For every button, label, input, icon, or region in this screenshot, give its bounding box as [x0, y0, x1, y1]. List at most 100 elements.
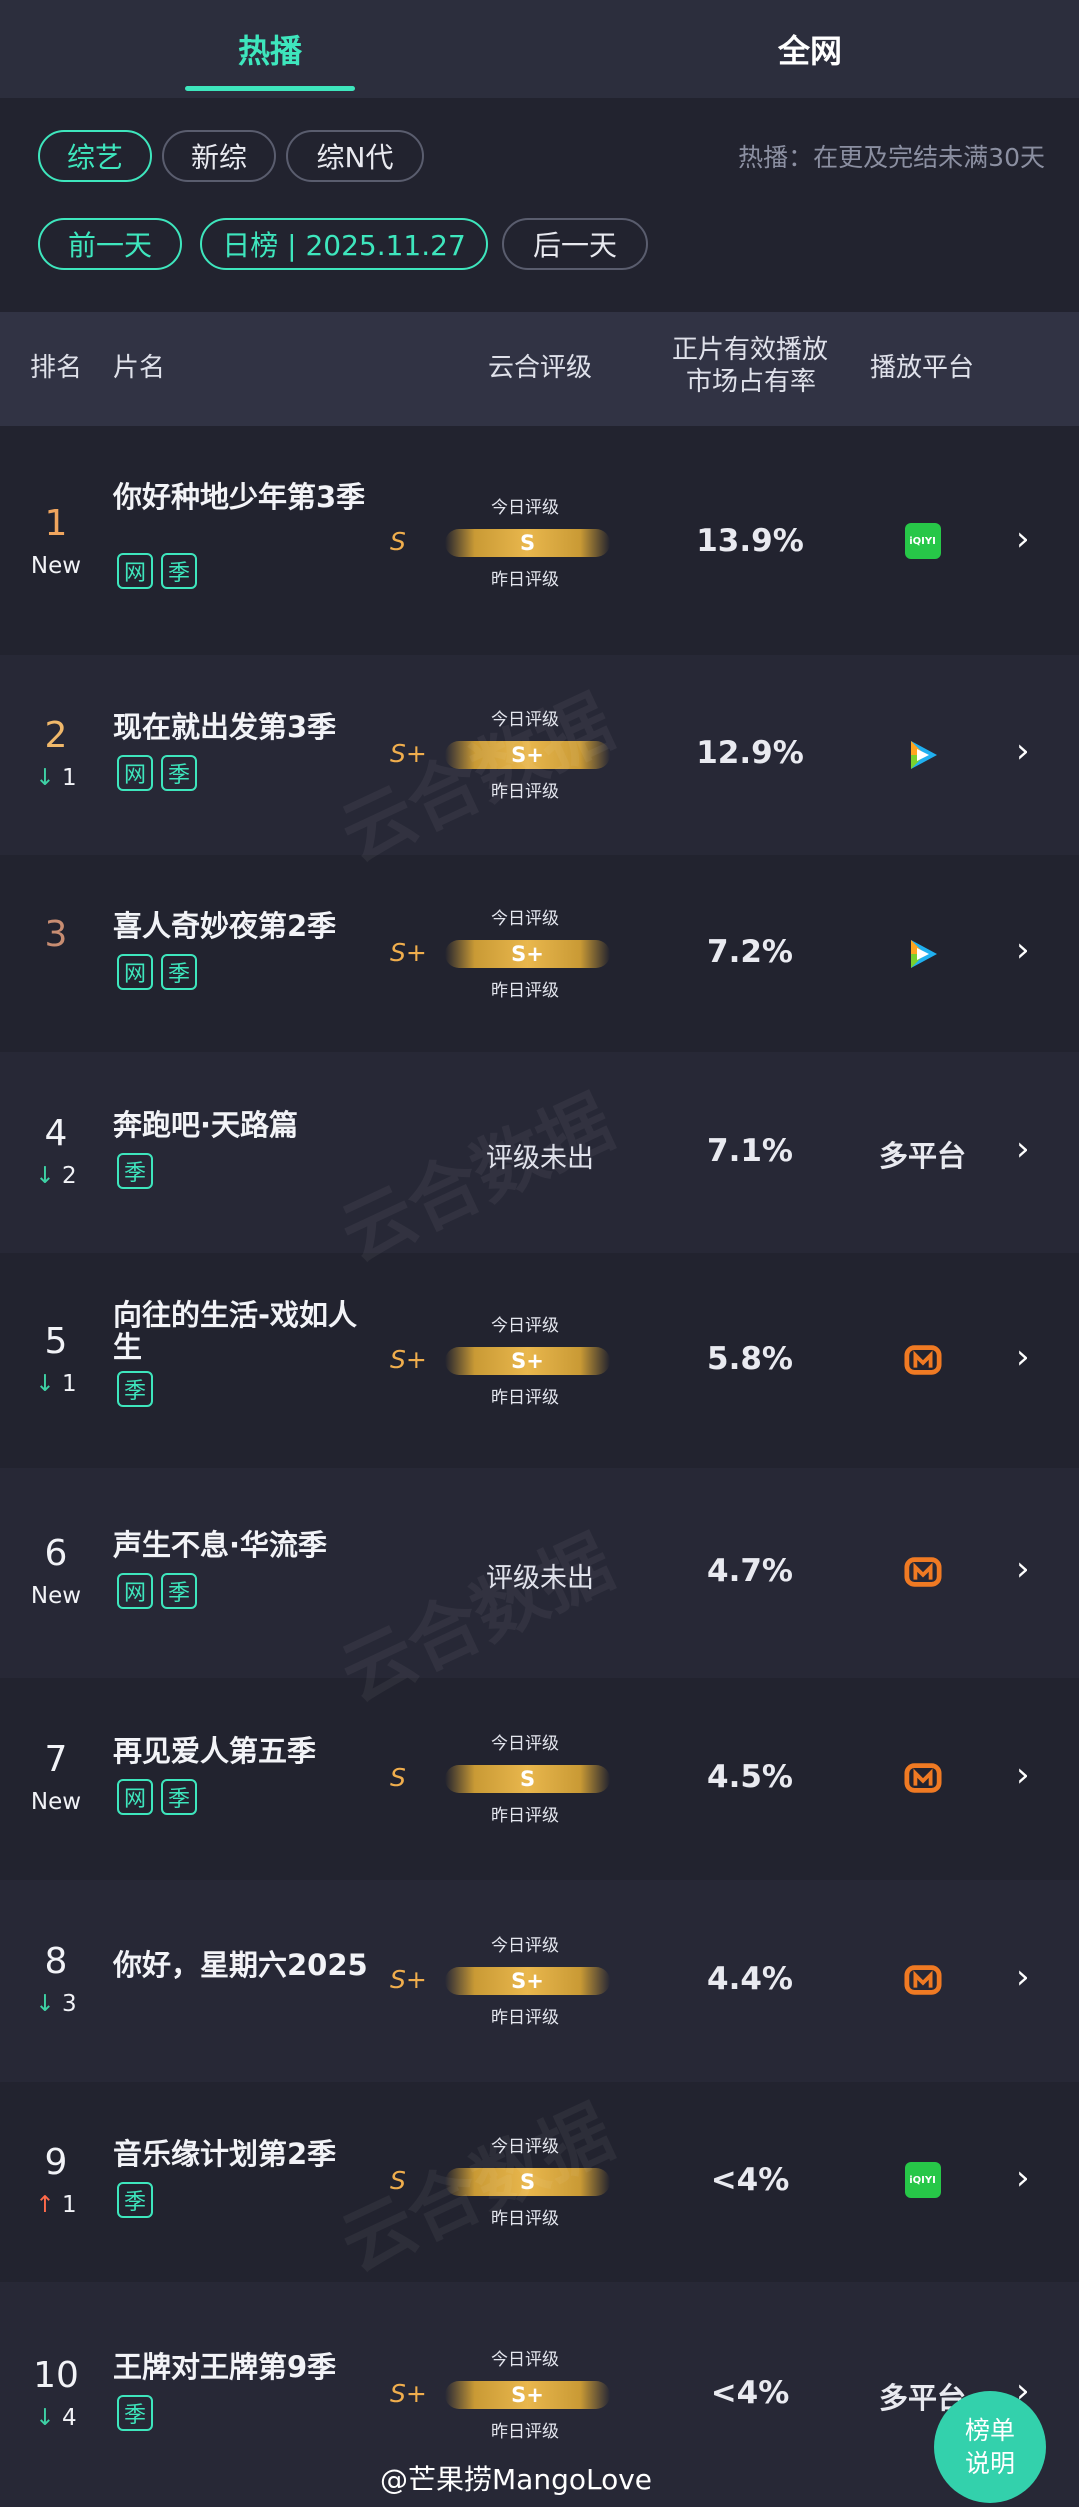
today-grade-label: 今日评级 — [491, 1316, 559, 1336]
ranking-row[interactable]: 1 New 你好种地少年第3季网季 S 今日评级 S 昨日评级 13.9% iQIYI › — [0, 430, 1079, 655]
header-share-line1: 正片有效播放 — [672, 335, 829, 365]
guide-label-line1: 榜单 — [964, 2416, 1015, 2445]
filter-sequel-variety[interactable]: 综N代 — [286, 130, 424, 182]
tencent-video-icon — [903, 934, 943, 974]
rank-change: ↓ 1 — [0, 1371, 112, 1397]
prev-day-button[interactable]: 前一天 — [38, 218, 182, 270]
market-share: 4.7% — [707, 1553, 793, 1589]
show-title: 你好种地少年第3季 — [113, 480, 366, 514]
rank-change: ↓ 1 — [0, 765, 112, 791]
show-tags: 网季 — [117, 954, 197, 990]
filter-variety[interactable]: 综艺 — [38, 130, 152, 182]
rank-number: 9 — [44, 2142, 68, 2183]
show-title: 奔跑吧·天路篇 — [113, 1108, 299, 1142]
chevron-right-icon[interactable]: › — [1016, 1337, 1030, 1377]
ranking-row[interactable]: 3 喜人奇妙夜第2季网季 S+ 今日评级 S+ 昨日评级 7.2% › — [0, 855, 1079, 1052]
tag-season: 季 — [161, 1779, 197, 1815]
chevron-right-icon[interactable]: › — [1016, 1549, 1030, 1589]
arrow-down-icon: ↓ — [35, 1163, 55, 1189]
rank-number: 6 — [44, 1533, 68, 1574]
grade-indicator-bar: S+ — [445, 1967, 610, 1995]
active-tab-indicator — [185, 86, 355, 91]
rank-change-value: 2 — [61, 1163, 77, 1189]
rank-number: 1 — [44, 503, 68, 544]
platform-cell — [840, 934, 1005, 974]
mango-tv-icon — [903, 1759, 942, 1797]
rank-change: New — [0, 1789, 112, 1815]
rank-number: 5 — [44, 1321, 68, 1362]
grade-letter: S+ — [390, 2379, 427, 2408]
tag-season: 季 — [161, 553, 197, 589]
top-tab-bar: 热播 全网 — [0, 0, 1079, 98]
next-day-button[interactable]: 后一天 — [502, 218, 648, 270]
show-tags: 季 — [117, 1153, 153, 1189]
mango-tv-icon — [903, 1961, 942, 1999]
rank-change-value: New — [30, 1583, 82, 1609]
table-header: 排名 片名 云合评级 正片有效播放 市场占有率 播放平台 — [0, 312, 1079, 426]
tab-all-network[interactable]: 全网 — [690, 0, 930, 98]
show-tags: 季 — [117, 2182, 153, 2218]
tag-web: 网 — [117, 954, 153, 990]
tencent-video-icon — [903, 735, 943, 775]
show-title: 现在就出发第3季 — [113, 710, 337, 744]
ranking-row[interactable]: 8 ↓ 3 你好，星期六2025 S+ 今日评级 S+ 昨日评级 4.4% › — [0, 1880, 1079, 2082]
chevron-right-icon[interactable]: › — [1016, 519, 1030, 559]
ranking-guide-button[interactable]: 榜单 说明 — [934, 2391, 1046, 2503]
show-title: 你好，星期六2025 — [113, 1948, 368, 1982]
rank-change-value: 1 — [61, 765, 77, 791]
platform-cell: iQIYI — [840, 523, 1005, 559]
chevron-right-icon[interactable]: › — [1016, 930, 1030, 970]
grade-indicator-bar: S+ — [445, 1347, 610, 1375]
rank-change-value: New — [30, 553, 82, 579]
show-title: 声生不息·华流季 — [113, 1528, 328, 1562]
market-share: 5.8% — [707, 1341, 793, 1377]
grade-letter: S+ — [390, 1345, 427, 1374]
market-share: 4.4% — [707, 1961, 793, 1997]
show-title: 再见爱人第五季 — [113, 1734, 317, 1768]
arrow-down-icon: ↓ — [35, 1371, 55, 1397]
grade-letter: S — [390, 527, 406, 556]
filter-new-variety[interactable]: 新综 — [162, 130, 276, 182]
tab-hot[interactable]: 热播 — [150, 0, 390, 98]
header-grade: 云合评级 — [488, 353, 593, 383]
platform-cell — [840, 1553, 1005, 1591]
rank-change: New — [0, 553, 112, 579]
market-share: <4% — [710, 2375, 790, 2411]
grade-indicator-bar: S — [445, 529, 610, 557]
rank-change-value: 1 — [61, 2192, 77, 2218]
ranking-row[interactable]: 5 ↓ 1 向往的生活-戏如人生季 S+ 今日评级 S+ 昨日评级 5.8% › — [0, 1253, 1079, 1468]
mango-tv-icon — [903, 1553, 942, 1591]
chevron-right-icon[interactable]: › — [1016, 1129, 1030, 1169]
header-name: 片名 — [113, 353, 166, 383]
rank-number: 2 — [44, 715, 68, 756]
arrow-down-icon: ↓ — [35, 2405, 55, 2431]
platform-cell — [840, 1759, 1005, 1797]
ranking-row[interactable]: 7 New 再见爱人第五季网季 S 今日评级 S 昨日评级 4.5% › — [0, 1678, 1079, 1880]
chevron-right-icon[interactable]: › — [1016, 1755, 1030, 1795]
grade-letter: S+ — [390, 1965, 427, 1994]
multi-platform-label: 多平台 — [878, 1139, 966, 1173]
platform-cell: iQIYI — [840, 2162, 1005, 2198]
market-share: 13.9% — [696, 523, 804, 559]
rank-number: 7 — [44, 1739, 68, 1780]
show-tags: 网季 — [117, 755, 197, 791]
chevron-right-icon[interactable]: › — [1016, 2158, 1030, 2198]
date-selector[interactable]: 日榜 | 2025.11.27 — [200, 218, 488, 270]
tag-web: 网 — [117, 553, 153, 589]
tag-web: 网 — [117, 755, 153, 791]
grade-indicator-bar: S — [445, 1765, 610, 1793]
yesterday-grade-label: 昨日评级 — [491, 1388, 559, 1408]
iqiyi-icon: iQIYI — [904, 2162, 941, 2198]
rank-change: New — [0, 1583, 112, 1609]
filter-hint: 热播：在更及完结未满30天 — [738, 143, 1045, 172]
chevron-right-icon[interactable]: › — [1016, 731, 1030, 771]
today-grade-label: 今日评级 — [491, 2350, 559, 2370]
grade-indicator-bar: S+ — [445, 2381, 610, 2409]
chevron-right-icon[interactable]: › — [1016, 1957, 1030, 1997]
market-share: 12.9% — [696, 735, 804, 771]
header-rank: 排名 — [30, 353, 83, 383]
rank-change-value: 3 — [61, 1991, 77, 2017]
show-tags: 季 — [117, 1371, 153, 1407]
platform-cell — [840, 735, 1005, 775]
show-title: 向往的生活-戏如人生 — [113, 1298, 358, 1364]
